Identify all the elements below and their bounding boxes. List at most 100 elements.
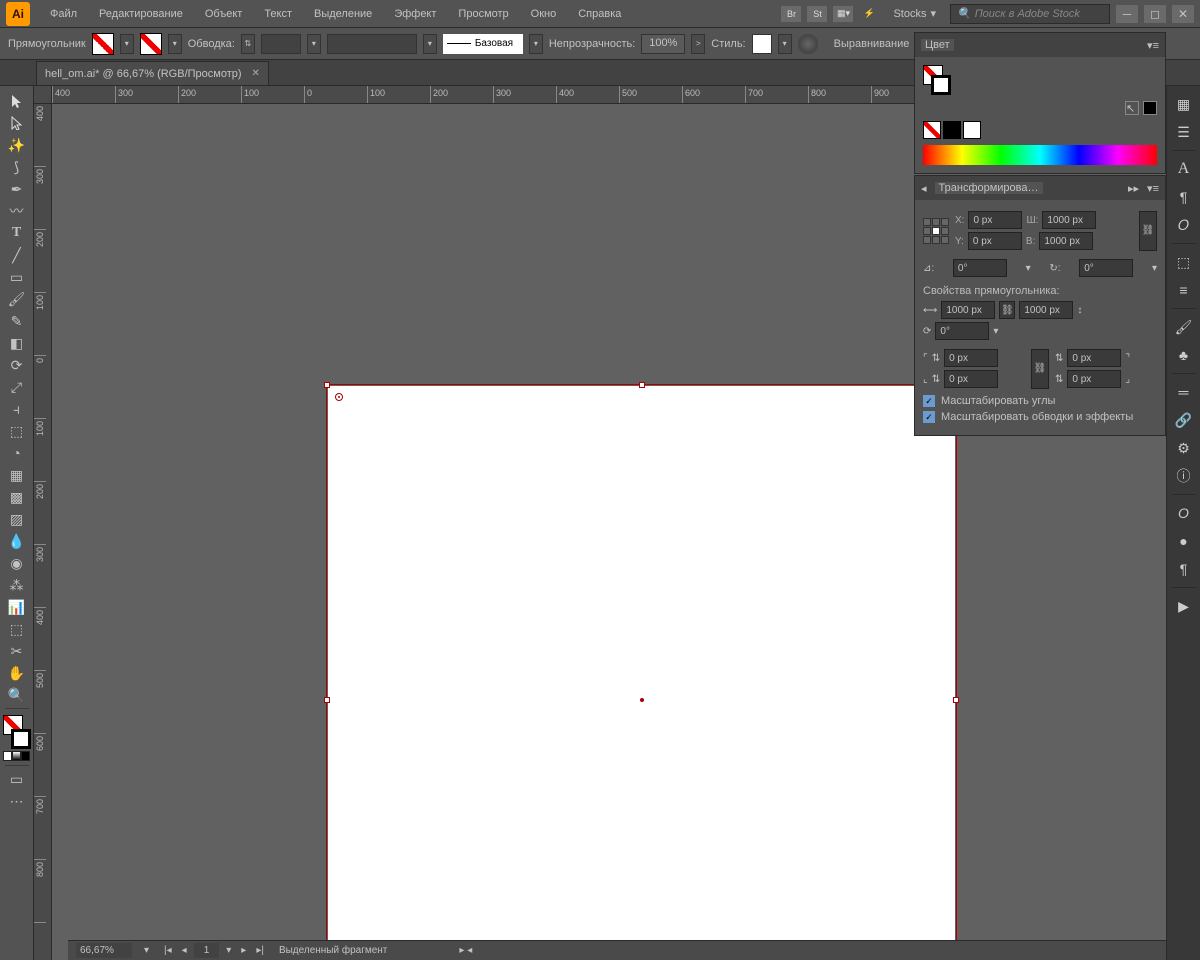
zoom-dd[interactable]: ▾ — [144, 945, 149, 956]
shear-input[interactable]: 0° — [953, 259, 1007, 277]
stroke-weight-dd[interactable]: ▾ — [307, 34, 321, 54]
glyph-panel-icon[interactable]: O — [1171, 500, 1197, 526]
mesh-tool-icon[interactable]: ▩ — [4, 486, 30, 508]
link-wh-icon[interactable]: ⛓ — [1139, 211, 1157, 251]
gradient-tool-icon[interactable]: ▨ — [4, 508, 30, 530]
opentype-panel-icon[interactable]: 𝑂 — [1171, 212, 1197, 238]
free-transform-icon[interactable]: ⬚ — [4, 420, 30, 442]
stroke-weight-stepper[interactable]: ⇅ — [241, 34, 255, 54]
style-dd[interactable]: ▾ — [778, 34, 792, 54]
menu-edit[interactable]: Редактирование — [89, 8, 193, 20]
scale-strokes-checkbox[interactable]: ✓Масштабировать обводки и эффекты — [923, 411, 1157, 423]
list-panel-icon[interactable]: ☰ — [1171, 119, 1197, 145]
type-tool-icon[interactable]: T — [4, 222, 30, 244]
minimize-button[interactable]: ─ — [1116, 5, 1138, 23]
vertical-ruler[interactable]: 4003002001000100200300400500600700800 — [34, 104, 52, 960]
corner-bl-input[interactable]: 0 px — [944, 370, 998, 388]
stroke-panel-icon[interactable]: ═ — [1171, 379, 1197, 405]
char-panel-icon[interactable]: A — [1171, 156, 1197, 182]
menu-text[interactable]: Текст — [254, 8, 302, 20]
artboard-tool-icon[interactable]: ⬚ — [4, 618, 30, 640]
stock-search-input[interactable]: 🔍 Поиск в Adobe Stock — [950, 4, 1110, 24]
edit-toolbar-icon[interactable]: ⋯ — [4, 790, 30, 812]
line-tool-icon[interactable]: ╱ — [4, 244, 30, 266]
paintbrush-tool-icon[interactable]: 🖌 — [4, 288, 30, 310]
panel-menu-icon[interactable]: ▾≡ — [1147, 39, 1159, 52]
width-tool-icon[interactable]: ⫞ — [4, 398, 30, 420]
selection-tool-icon[interactable] — [4, 90, 30, 112]
gear-panel-icon[interactable]: ⚙ — [1171, 435, 1197, 461]
pen-tool-icon[interactable]: ✒ — [4, 178, 30, 200]
blend-tool-icon[interactable]: ◉ — [4, 552, 30, 574]
sphere-panel-icon[interactable]: ● — [1171, 528, 1197, 554]
corner-tr-input[interactable]: 0 px — [1067, 349, 1121, 367]
rect-rot-input[interactable]: 0° — [935, 322, 989, 340]
w-input[interactable]: 1000 px — [1042, 211, 1096, 229]
direct-selection-tool-icon[interactable] — [4, 112, 30, 134]
color-spectrum[interactable] — [923, 145, 1157, 165]
para-panel-icon[interactable]: ¶ — [1171, 184, 1197, 210]
stocks-dropdown[interactable]: Stocks▾ — [893, 7, 936, 20]
fill-dd[interactable]: ▾ — [120, 34, 134, 54]
curvature-tool-icon[interactable]: 〰 — [4, 200, 30, 222]
info-panel-icon[interactable]: ⓘ — [1171, 463, 1197, 489]
symbol-panel-icon[interactable]: ♣ — [1171, 342, 1197, 368]
artboard-pager[interactable]: |◂◂1▾▸▸| — [161, 943, 267, 958]
corner-br-input[interactable]: 0 px — [1067, 370, 1121, 388]
symbol-sprayer-icon[interactable]: ⁂ — [4, 574, 30, 596]
column-graph-icon[interactable]: 📊 — [4, 596, 30, 618]
rect-h-input[interactable]: 1000 px — [1019, 301, 1073, 319]
status-nav-icons[interactable]: ▸ ◂ — [459, 945, 472, 956]
var-width-dd[interactable]: ▾ — [423, 34, 437, 54]
hand-tool-icon[interactable]: ✋ — [4, 662, 30, 684]
h-input[interactable]: 1000 px — [1039, 232, 1093, 250]
maximize-button[interactable]: ◻ — [1144, 5, 1166, 23]
fill-stroke-icon[interactable] — [3, 715, 31, 749]
shape-builder-icon[interactable]: ◔ — [4, 442, 30, 464]
black-color-icon[interactable] — [1143, 101, 1157, 115]
document-tab[interactable]: hell_om.ai* @ 66,67% (RGB/Просмотр) ✕ — [36, 61, 269, 85]
properties-panel-icon[interactable]: ▦ — [1171, 91, 1197, 117]
panel-nav-prev-icon[interactable]: ◂ — [921, 182, 927, 195]
stroke-weight-input[interactable] — [261, 34, 301, 54]
zoom-input[interactable]: 66,67% — [76, 943, 132, 958]
var-width-input[interactable] — [327, 34, 417, 54]
para2-panel-icon[interactable]: ¶ — [1171, 556, 1197, 582]
panel-nav-next-icon[interactable]: ▸▸ — [1128, 182, 1139, 195]
magic-wand-tool-icon[interactable]: ✨ — [4, 134, 30, 156]
lasso-tool-icon[interactable]: ⟆ — [4, 156, 30, 178]
menu-file[interactable]: Файл — [40, 8, 87, 20]
link-panel-icon[interactable]: 🔗 — [1171, 407, 1197, 433]
perspective-grid-icon[interactable]: ▦ — [4, 464, 30, 486]
zoom-tool-icon[interactable]: 🔍 — [4, 684, 30, 706]
artboard[interactable] — [328, 386, 955, 960]
rect-w-input[interactable]: 1000 px — [941, 301, 995, 319]
ruler-origin[interactable] — [34, 86, 52, 104]
slice-tool-icon[interactable]: ✂ — [4, 640, 30, 662]
link-rect-icon[interactable]: ⛓ — [999, 301, 1015, 319]
brush-panel-icon[interactable]: 🖌 — [1171, 314, 1197, 340]
brush-preset[interactable]: Базовая — [443, 34, 523, 54]
align-label[interactable]: Выравнивание — [834, 38, 910, 50]
opacity-input[interactable]: 100% — [641, 34, 685, 54]
close-button[interactable]: ✕ — [1172, 5, 1194, 23]
align-panel-icon[interactable]: ≡ — [1171, 277, 1197, 303]
gpu-icon[interactable]: ⚡ — [859, 6, 879, 22]
play-icon[interactable]: ▶ — [1171, 593, 1197, 619]
link-corners-icon[interactable]: ⛓ — [1031, 349, 1049, 389]
color-mode-icons[interactable] — [3, 751, 31, 763]
menu-effect[interactable]: Эффект — [384, 8, 446, 20]
style-swatch[interactable] — [752, 34, 772, 54]
brush-dd[interactable]: ▾ — [529, 34, 543, 54]
y-input[interactable]: 0 px — [968, 232, 1022, 250]
menu-window[interactable]: Окно — [521, 8, 567, 20]
transform-tab[interactable]: Трансформирова… — [935, 182, 1043, 194]
rect-rot-dd[interactable]: ▾ — [993, 326, 998, 337]
screen-mode-icon[interactable]: ▭ — [4, 768, 30, 790]
recolor-icon[interactable] — [798, 34, 818, 54]
rotate-input[interactable]: 0° — [1079, 259, 1133, 277]
menu-select[interactable]: Выделение — [304, 8, 382, 20]
none-color-icon[interactable]: ↖ — [1125, 101, 1139, 115]
pencil-tool-icon[interactable]: ✎ — [4, 310, 30, 332]
eyedropper-tool-icon[interactable]: 💧 — [4, 530, 30, 552]
